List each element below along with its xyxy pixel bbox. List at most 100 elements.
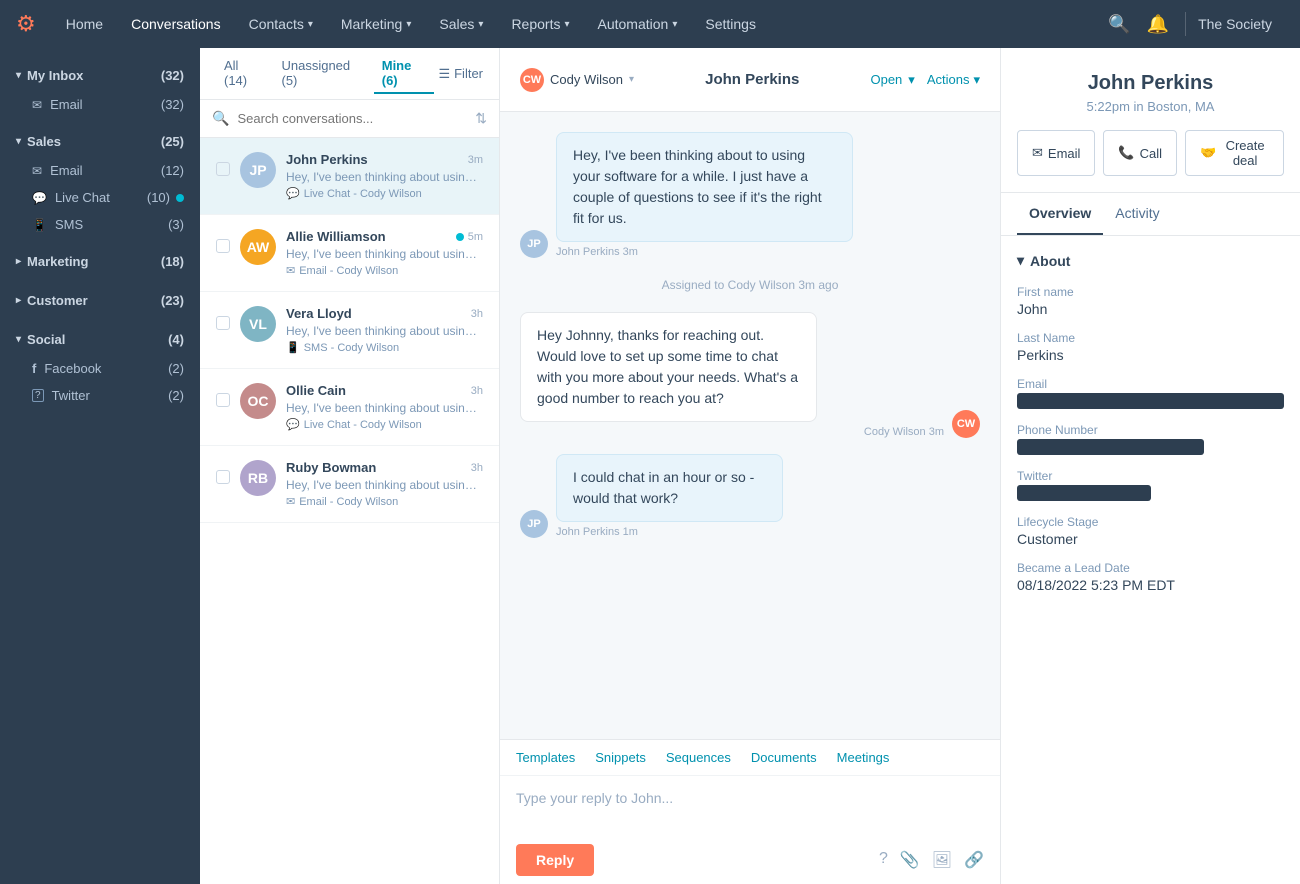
list-item[interactable]: AW Allie Williamson 5m Hey, I've been th… bbox=[200, 215, 499, 292]
about-section: ▾ About First name John Last Name Perkin… bbox=[1001, 236, 1300, 623]
nav-contacts[interactable]: Contacts ▾ bbox=[235, 0, 327, 48]
tab-all[interactable]: All (14) bbox=[216, 54, 269, 94]
reply-footer: Reply ? 📎 🖼 🔗 bbox=[500, 836, 1000, 884]
attach-icon[interactable]: 📎 bbox=[900, 850, 920, 870]
reply-input[interactable]: Type your reply to John... bbox=[500, 776, 1000, 836]
message-bubble: Hey, I've been thinking about to using y… bbox=[556, 132, 853, 242]
nav-settings[interactable]: Settings bbox=[691, 0, 770, 48]
field-label: Email bbox=[1017, 377, 1284, 391]
message-row: JP I could chat in an hour or so - would… bbox=[520, 454, 980, 538]
sidebar-item-live-chat[interactable]: 💬 Live Chat (10) bbox=[0, 184, 200, 211]
sidebar-header-sales[interactable]: ▾ Sales (25) bbox=[0, 126, 200, 157]
toggle-icon: ▾ bbox=[16, 70, 21, 81]
sidebar-section-my-inbox: ▾ My Inbox (32) ✉ Email (32) bbox=[0, 56, 200, 122]
documents-tab[interactable]: Documents bbox=[751, 740, 817, 775]
actions-button[interactable]: Actions ▾ bbox=[927, 72, 980, 88]
select-checkbox[interactable] bbox=[216, 393, 230, 407]
conv-channel: ✉ Email - Cody Wilson bbox=[286, 495, 483, 508]
list-item[interactable]: RB Ruby Bowman 3h Hey, I've been thinkin… bbox=[200, 446, 499, 523]
toggle-icon: ▸ bbox=[16, 256, 21, 267]
sidebar-section-count: (23) bbox=[161, 293, 184, 308]
create-deal-button[interactable]: 🤝 Create deal bbox=[1185, 130, 1284, 176]
select-checkbox[interactable] bbox=[216, 162, 230, 176]
sort-icon[interactable]: ⇅ bbox=[475, 110, 487, 127]
assigned-to[interactable]: CW Cody Wilson ▾ bbox=[520, 68, 634, 92]
sidebar-item-label: SMS bbox=[55, 217, 83, 232]
link-icon[interactable]: 🔗 bbox=[964, 850, 984, 870]
sidebar-item-email[interactable]: ✉ Email (32) bbox=[0, 91, 200, 118]
select-checkbox[interactable] bbox=[216, 470, 230, 484]
phone-icon: 📞 bbox=[1118, 145, 1134, 161]
message-row: CW Hey Johnny, thanks for reaching out. … bbox=[520, 312, 980, 438]
sidebar-item-sales-email[interactable]: ✉ Email (12) bbox=[0, 157, 200, 184]
filter-icon: ☰ bbox=[438, 66, 450, 82]
sidebar-header-social[interactable]: ▾ Social (4) bbox=[0, 324, 200, 355]
list-item[interactable]: OC Ollie Cain 3h Hey, I've been thinking… bbox=[200, 369, 499, 446]
nav-marketing[interactable]: Marketing ▾ bbox=[327, 0, 426, 48]
sidebar-section-customer: ▸ Customer (23) bbox=[0, 281, 200, 320]
templates-tab[interactable]: Templates bbox=[516, 740, 575, 775]
field-label: Twitter bbox=[1017, 469, 1284, 483]
contact-action-buttons: ✉ Email 📞 Call 🤝 Create deal bbox=[1001, 130, 1300, 193]
nav-reports[interactable]: Reports ▾ bbox=[497, 0, 583, 48]
online-indicator bbox=[456, 233, 464, 241]
sidebar-item-twitter[interactable]: ? Twitter (2) bbox=[0, 382, 200, 409]
nav-conversations[interactable]: Conversations bbox=[117, 0, 235, 48]
avatar: JP bbox=[520, 510, 548, 538]
email-button[interactable]: ✉ Email bbox=[1017, 130, 1095, 176]
sidebar-header-my-inbox[interactable]: ▾ My Inbox (32) bbox=[0, 60, 200, 91]
avatar: OC bbox=[240, 383, 276, 419]
call-button[interactable]: 📞 Call bbox=[1103, 130, 1177, 176]
sidebar-header-marketing[interactable]: ▸ Marketing (18) bbox=[0, 246, 200, 277]
image-icon[interactable]: 🖼 bbox=[932, 850, 952, 870]
sidebar-header-customer[interactable]: ▸ Customer (23) bbox=[0, 285, 200, 316]
select-checkbox[interactable] bbox=[216, 316, 230, 330]
conversations-list: All (14) Unassigned (5) Mine (6) ☰ Filte… bbox=[200, 48, 500, 884]
reply-button[interactable]: Reply bbox=[516, 844, 594, 876]
list-item[interactable]: VL Vera Lloyd 3h Hey, I've been thinking… bbox=[200, 292, 499, 369]
tab-mine[interactable]: Mine (6) bbox=[374, 54, 435, 94]
search-icon[interactable]: 🔍 bbox=[1108, 14, 1130, 35]
sidebar-item-facebook[interactable]: f Facebook (2) bbox=[0, 355, 200, 382]
snippets-tab[interactable]: Snippets bbox=[595, 740, 646, 775]
org-selector[interactable]: The Society bbox=[1186, 16, 1284, 32]
status-selector[interactable]: Open ▾ bbox=[870, 72, 914, 88]
tab-overview[interactable]: Overview bbox=[1017, 193, 1103, 235]
field-twitter: Twitter bbox=[1017, 469, 1284, 501]
tab-activity[interactable]: Activity bbox=[1103, 193, 1171, 235]
filter-button[interactable]: ☰ Filter bbox=[438, 66, 483, 82]
message-bubble: Hey Johnny, thanks for reaching out. Wou… bbox=[520, 312, 817, 422]
toggle-icon: ▾ bbox=[16, 136, 21, 147]
sidebar-item-sms[interactable]: 📱 SMS (3) bbox=[0, 211, 200, 238]
sidebar-section-count: (32) bbox=[161, 68, 184, 83]
conv-tabs: All (14) Unassigned (5) Mine (6) ☰ Filte… bbox=[200, 48, 499, 100]
list-item[interactable]: JP John Perkins 3m Hey, I've been thinki… bbox=[200, 138, 499, 215]
conv-name: Vera Lloyd bbox=[286, 306, 352, 321]
meetings-tab[interactable]: Meetings bbox=[837, 740, 890, 775]
sequences-tab[interactable]: Sequences bbox=[666, 740, 731, 775]
search-input[interactable] bbox=[237, 111, 467, 126]
main-layout: ▾ My Inbox (32) ✉ Email (32) ▾ Sales (25… bbox=[0, 48, 1300, 884]
conv-header: Ollie Cain 3h bbox=[286, 383, 483, 398]
select-checkbox[interactable] bbox=[216, 239, 230, 253]
field-phone: Phone Number bbox=[1017, 423, 1284, 455]
nav-sales[interactable]: Sales ▾ bbox=[425, 0, 497, 48]
avatar: RB bbox=[240, 460, 276, 496]
hubspot-logo[interactable]: ⚙ bbox=[16, 11, 36, 37]
nav-automation[interactable]: Automation ▾ bbox=[584, 0, 692, 48]
sidebar-section-marketing: ▸ Marketing (18) bbox=[0, 242, 200, 281]
help-icon[interactable]: ? bbox=[879, 850, 888, 870]
assigned-avatar: CW bbox=[520, 68, 544, 92]
conv-channel: 📱 SMS - Cody Wilson bbox=[286, 341, 483, 354]
message-meta: Cody Wilson 3m bbox=[520, 426, 944, 438]
message-meta: John Perkins 3m bbox=[556, 246, 980, 258]
nav-home[interactable]: Home bbox=[52, 0, 117, 48]
sidebar-section-label: My Inbox bbox=[27, 68, 83, 83]
sms-icon: 📱 bbox=[286, 341, 300, 354]
sidebar-item-label: Email bbox=[50, 97, 83, 112]
online-indicator bbox=[176, 194, 184, 202]
field-value: 08/18/2022 5:23 PM EDT bbox=[1017, 577, 1284, 593]
about-header[interactable]: ▾ About bbox=[1017, 252, 1284, 269]
tab-unassigned[interactable]: Unassigned (5) bbox=[273, 54, 369, 94]
bell-icon[interactable]: 🔔 bbox=[1147, 14, 1169, 35]
